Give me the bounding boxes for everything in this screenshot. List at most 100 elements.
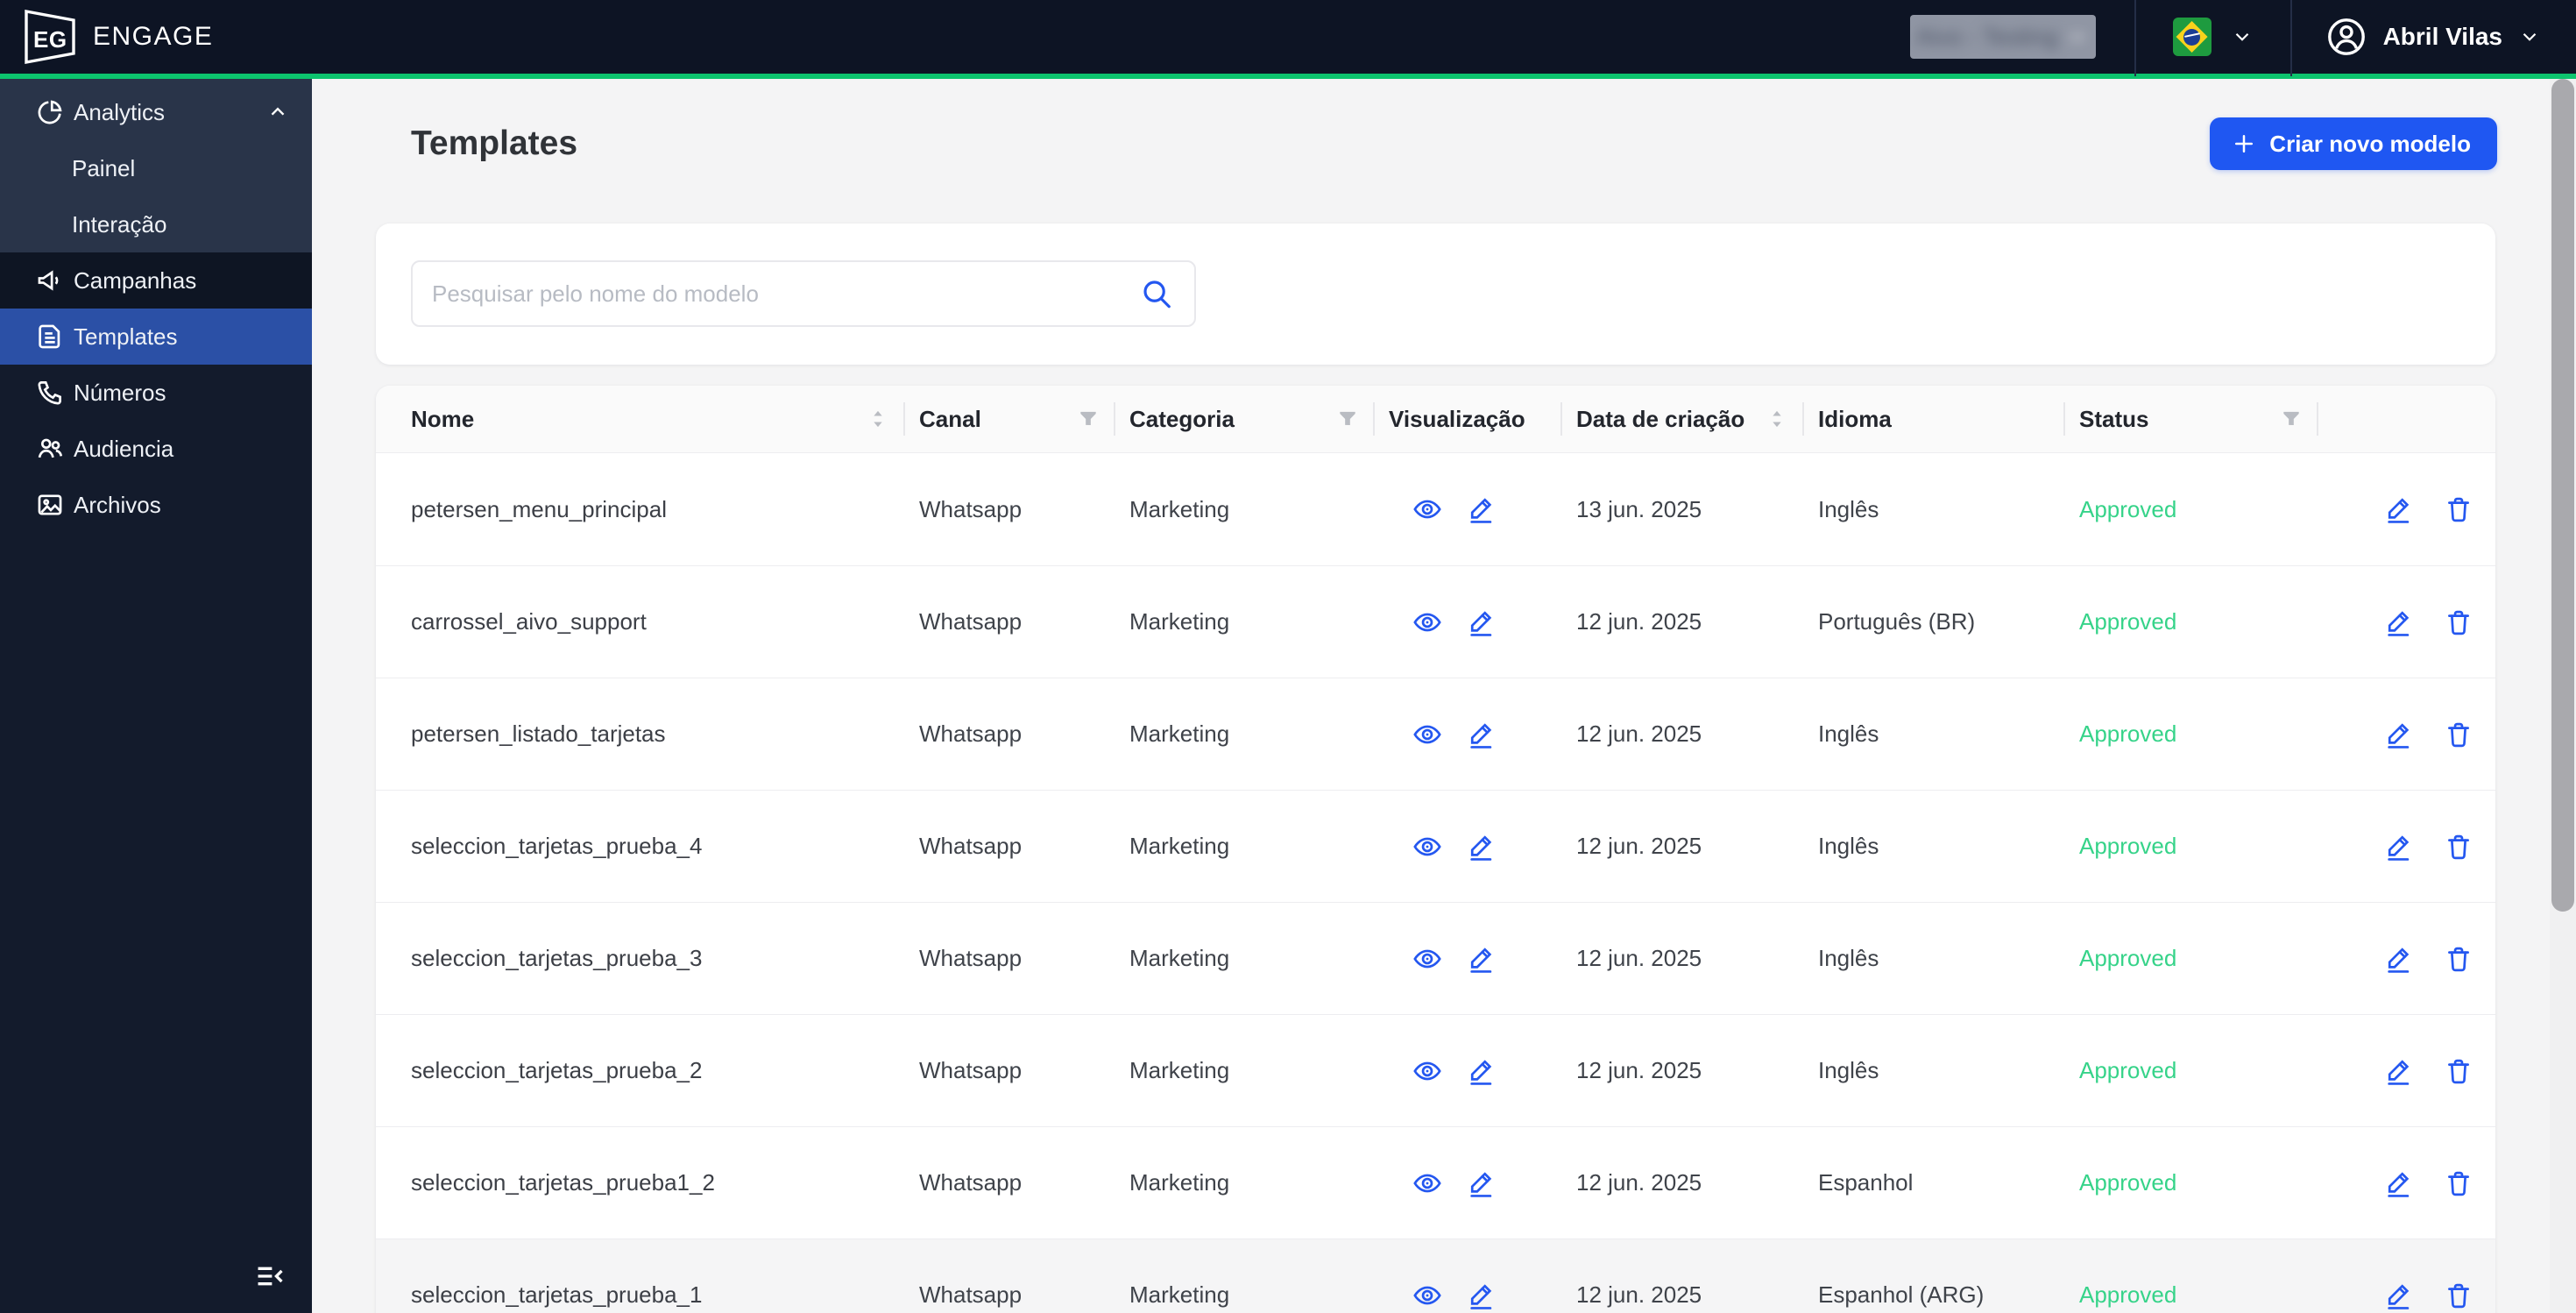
sidebar-item-painel[interactable]: Painel [0,140,312,196]
delete-icon[interactable] [2444,1281,2473,1310]
preview-eye-icon[interactable] [1412,607,1442,637]
edit-template-icon[interactable] [1467,944,1497,974]
status-badge: Approved [2079,945,2177,971]
column-header-actions [2317,386,2495,452]
delete-icon[interactable] [2444,720,2473,749]
filter-icon[interactable] [1077,408,1100,430]
template-category: Marketing [1129,720,1230,747]
filter-icon[interactable] [1336,408,1359,430]
templates-table: Nome Canal Categoria Visualização Data d… [376,386,2495,1313]
account-selector[interactable]: Aivo - Testing [1909,15,2096,59]
sidebar-item-campanhas[interactable]: Campanhas [0,252,312,309]
create-template-button[interactable]: Criar novo modelo [2210,117,2497,170]
sidebar-item-archivos[interactable]: Archivos [0,477,312,533]
scrollbar-thumb[interactable] [2551,79,2574,912]
table-row: seleccion_tarjetas_prueba_3 Whatsapp Mar… [376,902,2495,1014]
column-label: Data de criação [1576,405,1745,432]
column-header-data-criacao: Data de criação [1560,386,1802,452]
template-name: carrossel_aivo_support [411,608,647,635]
sidebar-item-label: Audiencia [74,435,174,462]
column-label: Canal [919,405,981,432]
delete-icon[interactable] [2444,944,2473,974]
template-category: Marketing [1129,1169,1230,1196]
template-channel: Whatsapp [919,833,1023,859]
sidebar-item-analytics[interactable]: Analytics [0,84,312,140]
template-name: petersen_listado_tarjetas [411,720,666,747]
phone-icon [38,381,61,405]
template-channel: Whatsapp [919,945,1023,971]
filter-icon[interactable] [2280,408,2303,430]
edit-template-icon[interactable] [1467,607,1497,637]
sidebar-group-analytics: Analytics Painel Interação [0,79,312,252]
template-name: seleccion_tarjetas_prueba_1 [411,1281,703,1308]
pie-chart-icon [38,100,62,124]
sidebar-item-label: Templates [74,323,178,350]
column-label: Categoria [1129,405,1235,432]
preview-eye-icon[interactable] [1412,494,1442,524]
edit-icon[interactable] [2384,607,2414,637]
template-created-date: 13 jun. 2025 [1576,495,1702,522]
template-created-date: 12 jun. 2025 [1576,608,1702,635]
delete-icon[interactable] [2444,1168,2473,1198]
template-channel: Whatsapp [919,1169,1023,1196]
preview-eye-icon[interactable] [1412,832,1442,862]
edit-template-icon[interactable] [1467,1056,1497,1086]
table-row: seleccion_tarjetas_prueba_1 Whatsapp Mar… [376,1238,2495,1313]
sidebar-item-interacao[interactable]: Interação [0,196,312,252]
user-name: Abril Vilas [2382,23,2502,50]
search-icon[interactable] [1140,277,1173,310]
edit-icon[interactable] [2384,720,2414,749]
edit-icon[interactable] [2384,1281,2414,1310]
create-template-label: Criar novo modelo [2269,130,2471,157]
delete-icon[interactable] [2444,494,2473,524]
delete-icon[interactable] [2444,607,2473,637]
edit-template-icon[interactable] [1467,1168,1497,1198]
column-label: Idioma [1818,405,1892,432]
edit-template-icon[interactable] [1467,494,1497,524]
search-input[interactable] [432,280,1140,308]
edit-template-icon[interactable] [1467,1281,1497,1310]
template-channel: Whatsapp [919,608,1023,635]
status-badge: Approved [2079,1169,2177,1196]
column-header-nome: Nome [376,386,903,452]
template-name: seleccion_tarjetas_prueba_3 [411,945,703,971]
sidebar-item-numeros[interactable]: Números [0,365,312,421]
template-name: seleccion_tarjetas_prueba_4 [411,833,703,859]
preview-eye-icon[interactable] [1412,944,1442,974]
plus-icon [2235,135,2254,153]
template-category: Marketing [1129,495,1230,522]
user-menu[interactable]: Abril Vilas [2292,16,2576,58]
sidebar-item-templates[interactable]: Templates [0,309,312,365]
edit-icon[interactable] [2384,944,2414,974]
column-header-canal: Canal [903,386,1114,452]
preview-eye-icon[interactable] [1412,1168,1442,1198]
preview-eye-icon[interactable] [1412,720,1442,749]
delete-icon[interactable] [2444,832,2473,862]
sort-icon[interactable] [867,408,889,430]
account-selector-label: Aivo - Testing [1915,23,2058,50]
template-created-date: 12 jun. 2025 [1576,1169,1702,1196]
sidebar-item-label: Números [74,379,166,406]
brand-name: ENGAGE [93,22,214,51]
template-category: Marketing [1129,945,1230,971]
delete-icon[interactable] [2444,1056,2473,1086]
preview-eye-icon[interactable] [1412,1281,1442,1310]
engage-logo-icon: EG [23,9,77,65]
language-selector[interactable] [2136,18,2290,56]
edit-icon[interactable] [2384,1056,2414,1086]
sidebar-item-audiencia[interactable]: Audiencia [0,421,312,477]
edit-icon[interactable] [2384,832,2414,862]
column-header-visualizacao: Visualização [1373,386,1560,452]
edit-template-icon[interactable] [1467,720,1497,749]
edit-icon[interactable] [2384,1168,2414,1198]
template-language: Espanhol (ARG) [1818,1281,1985,1308]
edit-icon[interactable] [2384,494,2414,524]
preview-eye-icon[interactable] [1412,1056,1442,1086]
template-channel: Whatsapp [919,720,1023,747]
collapse-sidebar-button[interactable] [251,1257,289,1295]
template-language: Inglês [1818,833,1879,859]
status-badge: Approved [2079,608,2177,635]
sort-icon[interactable] [1766,408,1788,430]
edit-template-icon[interactable] [1467,832,1497,862]
template-language: Inglês [1818,1057,1879,1083]
